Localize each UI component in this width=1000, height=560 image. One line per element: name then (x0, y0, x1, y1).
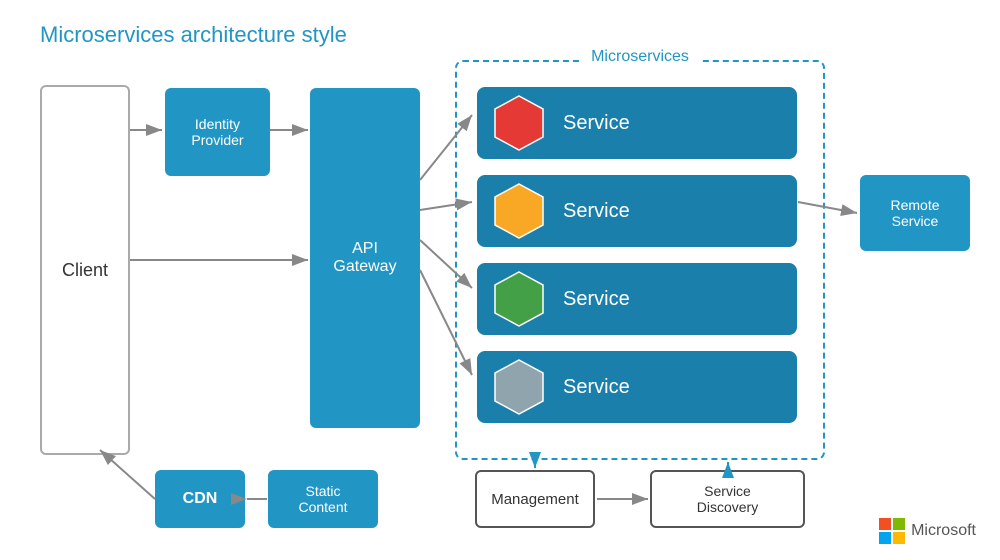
service-label-2: Service (563, 200, 630, 223)
microsoft-label: Microsoft (911, 522, 976, 540)
api-gateway-label: APIGateway (333, 240, 396, 276)
identity-provider-box: IdentityProvider (165, 88, 270, 176)
service-label-1: Service (563, 112, 630, 135)
hex-gray (493, 358, 545, 416)
ms-square-red (879, 518, 891, 530)
client-label: Client (62, 260, 108, 281)
page-title: Microservices architecture style (40, 22, 347, 48)
hex-yellow (493, 182, 545, 240)
hex-green (493, 270, 545, 328)
cdn-box: CDN (155, 470, 245, 528)
management-box: Management (475, 470, 595, 528)
hex-red (493, 94, 545, 152)
service-label-3: Service (563, 288, 630, 311)
remote-service-label: RemoteService (890, 197, 939, 229)
microservices-title: Microservices (581, 48, 699, 66)
service-row-3: Service (477, 263, 797, 335)
microsoft-grid-icon (879, 518, 905, 544)
service-label-4: Service (563, 376, 630, 399)
service-row-4: Service (477, 351, 797, 423)
ms-square-blue (879, 532, 891, 544)
ms-square-green (893, 518, 905, 530)
ms-square-yellow (893, 532, 905, 544)
service-row-2: Service (477, 175, 797, 247)
microservices-container: Microservices Service Service Service (455, 60, 825, 460)
service-row-1: Service (477, 87, 797, 159)
static-content-box: StaticContent (268, 470, 378, 528)
remote-service-box: RemoteService (860, 175, 970, 251)
static-content-label: StaticContent (298, 483, 347, 515)
microsoft-logo: Microsoft (879, 518, 976, 544)
api-gateway-box: APIGateway (310, 88, 420, 428)
service-discovery-label: ServiceDiscovery (697, 483, 758, 515)
identity-provider-label: IdentityProvider (191, 116, 243, 148)
management-label: Management (491, 491, 579, 508)
service-discovery-box: ServiceDiscovery (650, 470, 805, 528)
cdn-label: CDN (183, 490, 218, 508)
client-box: Client (40, 85, 130, 455)
